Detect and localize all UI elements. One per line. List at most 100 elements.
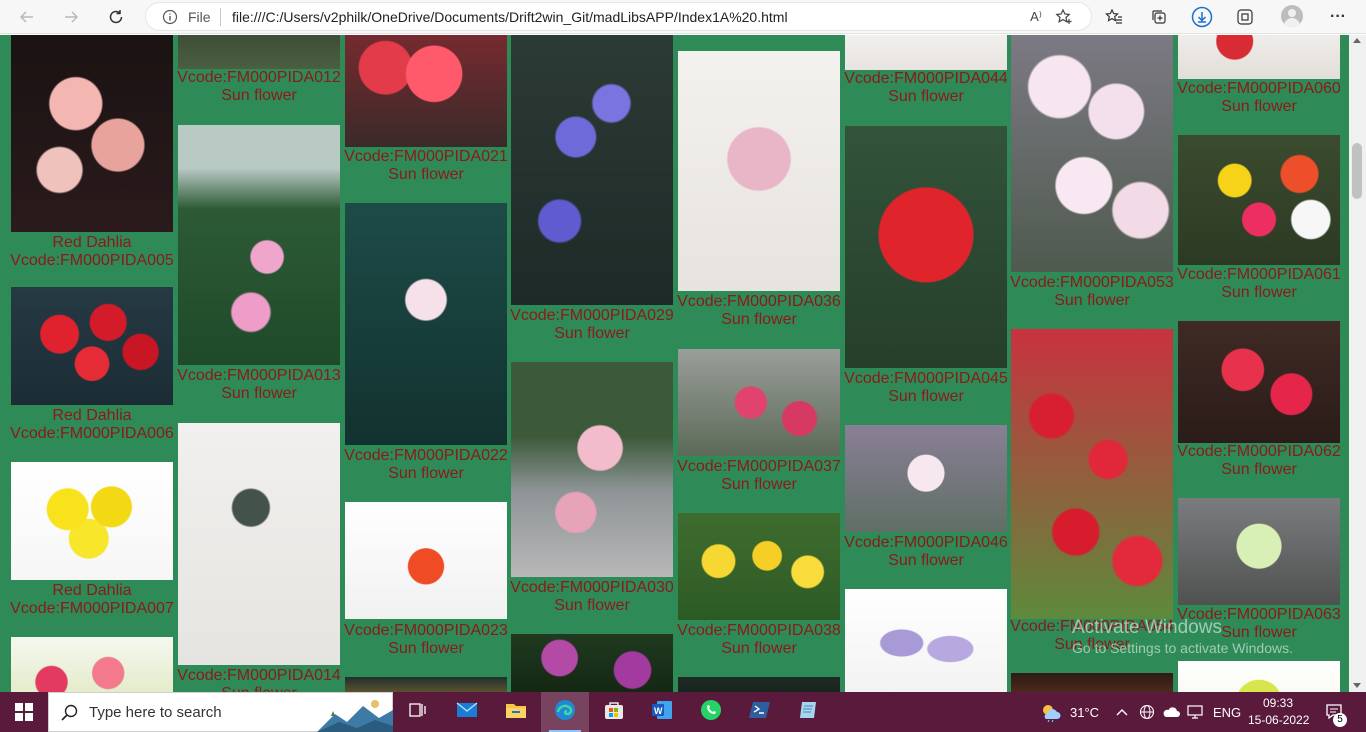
flower-image[interactable]: [345, 203, 507, 445]
flower-image[interactable]: [11, 287, 173, 405]
downloads-button[interactable]: [1188, 3, 1216, 31]
flower-image[interactable]: [845, 589, 1007, 692]
flower-name: Red Dahlia: [52, 582, 132, 599]
add-favorite-icon[interactable]: [1054, 7, 1074, 27]
flower-image[interactable]: [1011, 35, 1173, 272]
flower-name: Sun flower: [1221, 461, 1297, 478]
flower-name: Sun flower: [388, 166, 464, 183]
flower-image[interactable]: [11, 637, 173, 692]
flower-code: Vcode:FM000PIDA053: [1010, 274, 1174, 291]
flower-name: Sun flower: [1221, 98, 1297, 115]
language-indicator[interactable]: ENG: [1213, 705, 1241, 720]
clock-time[interactable]: 09:33: [1263, 696, 1293, 710]
flower-image[interactable]: [178, 423, 340, 665]
word-taskbar-button[interactable]: W: [638, 692, 686, 732]
file-explorer-taskbar-button[interactable]: [492, 692, 540, 732]
flower-name: Sun flower: [721, 311, 797, 328]
flower-code: Vcode:FM000PIDA023: [344, 622, 508, 639]
onedrive-cloud-icon[interactable]: [1162, 703, 1180, 721]
flower-image[interactable]: [11, 35, 173, 232]
flower-image[interactable]: [511, 362, 673, 577]
flower-code: Vcode:FM000PIDA038: [677, 622, 841, 639]
profile-avatar[interactable]: [1281, 5, 1303, 27]
watermark-subtitle: Go to Settings to activate Windows.: [1072, 640, 1293, 656]
flower-image[interactable]: [511, 634, 673, 692]
store-taskbar-button[interactable]: [590, 692, 638, 732]
flower-code: Vcode:FM000PIDA060: [1177, 80, 1341, 97]
temperature-text[interactable]: 31°C: [1070, 705, 1099, 720]
info-icon[interactable]: [162, 9, 178, 25]
edge-icon: [554, 699, 576, 726]
flower-code: Vcode:FM000PIDA029: [510, 307, 674, 324]
flower-image[interactable]: [345, 35, 507, 147]
scroll-down-arrow-icon[interactable]: [1353, 683, 1361, 688]
whatsapp-icon: [700, 699, 722, 726]
flower-image[interactable]: [1011, 673, 1173, 692]
display-icon[interactable]: [1186, 703, 1204, 721]
taskbar-search[interactable]: Type here to search: [48, 692, 393, 732]
flower-image[interactable]: [1178, 498, 1340, 605]
edge-taskbar-button[interactable]: [541, 692, 589, 732]
flower-image[interactable]: [345, 502, 507, 619]
network-globe-icon[interactable]: [1138, 703, 1156, 721]
flower-name: Red Dahlia: [52, 234, 132, 251]
more-button[interactable]: ···: [1324, 3, 1352, 31]
flower-name: Sun flower: [1221, 284, 1297, 301]
powershell-taskbar-button[interactable]: [736, 692, 784, 732]
flower-image[interactable]: [1178, 661, 1340, 692]
address-bar[interactable]: File file:///C:/Users/v2philk/OneDrive/D…: [145, 2, 1092, 31]
flower-image[interactable]: [1178, 35, 1340, 79]
flower-image[interactable]: [1178, 135, 1340, 265]
flower-image[interactable]: [1178, 321, 1340, 443]
task-view-taskbar-button[interactable]: [393, 692, 441, 732]
refresh-button[interactable]: [102, 3, 130, 31]
scroll-up-arrow-icon[interactable]: [1353, 38, 1361, 43]
flower-image[interactable]: [11, 462, 173, 580]
collections-icon: [1152, 10, 1166, 24]
url-text[interactable]: file:///C:/Users/v2philk/OneDrive/Docume…: [232, 9, 788, 25]
clock-date[interactable]: 15-06-2022: [1248, 713, 1309, 727]
flower-code: Vcode:FM000PIDA022: [344, 447, 508, 464]
flower-code: Vcode:FM000PIDA046: [844, 534, 1008, 551]
screenshot-button[interactable]: [1231, 3, 1259, 31]
favorites-button[interactable]: [1100, 3, 1128, 31]
show-hidden-icons-icon[interactable]: [1113, 703, 1131, 721]
start-button[interactable]: [0, 692, 48, 732]
flower-image[interactable]: [178, 35, 340, 69]
activate-windows-watermark: Activate Windows Go to Settings to activ…: [1072, 617, 1293, 657]
flower-code: Vcode:FM000PIDA007: [10, 600, 174, 617]
flower-name: Sun flower: [888, 388, 964, 405]
collections-button[interactable]: [1145, 3, 1173, 31]
flower-image[interactable]: [845, 126, 1007, 368]
flower-image[interactable]: [511, 35, 673, 305]
flower-image[interactable]: [678, 513, 840, 620]
flower-image[interactable]: [678, 677, 840, 692]
watermark-title: Activate Windows: [1072, 617, 1222, 638]
flower-image[interactable]: [845, 35, 1007, 70]
flower-name: Sun flower: [554, 597, 630, 614]
flower-name: Sun flower: [388, 465, 464, 482]
refresh-icon: [109, 10, 123, 24]
mail-icon: [456, 701, 478, 723]
flower-image[interactable]: [178, 125, 340, 365]
flower-image[interactable]: [1011, 329, 1173, 619]
read-aloud-icon[interactable]: A⁾: [1026, 7, 1046, 27]
flower-name: Sun flower: [221, 385, 297, 402]
flower-name: Sun flower: [221, 87, 297, 104]
svg-text:W: W: [654, 706, 663, 716]
mail-taskbar-button[interactable]: [443, 692, 491, 732]
flower-code: Vcode:FM000PIDA005: [10, 252, 174, 269]
whatsapp-taskbar-button[interactable]: [687, 692, 735, 732]
scrollbar-thumb[interactable]: [1352, 143, 1362, 199]
flower-image[interactable]: [678, 349, 840, 456]
search-placeholder: Type here to search: [89, 704, 222, 721]
flower-image[interactable]: [845, 425, 1007, 532]
flower-code: Vcode:FM000PIDA030: [510, 579, 674, 596]
flower-image[interactable]: [345, 677, 507, 692]
vertical-scrollbar[interactable]: [1349, 35, 1366, 692]
notepad-taskbar-button[interactable]: [785, 692, 833, 732]
weather-icon[interactable]: [1040, 702, 1062, 722]
flower-image[interactable]: [678, 51, 840, 291]
back-button[interactable]: [13, 3, 41, 31]
forward-button[interactable]: [57, 3, 85, 31]
